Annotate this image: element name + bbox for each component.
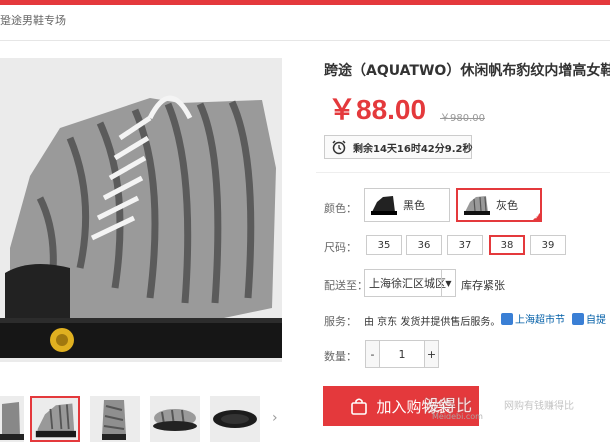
quantity-input[interactable]: 1: [380, 341, 424, 367]
check-icon: ✓: [534, 213, 540, 221]
size-option-37[interactable]: 37: [447, 235, 483, 255]
thumbnail-next-icon[interactable]: ›: [272, 410, 278, 426]
ship-to-label: 配送至：: [324, 279, 368, 292]
thumbnail-strip: ›: [0, 396, 300, 442]
size-option-35[interactable]: 35: [366, 235, 402, 255]
color-label: 颜色：: [324, 202, 357, 215]
color-option-gray[interactable]: 灰色 ✓: [456, 188, 542, 222]
stock-status: 库存紧张: [461, 279, 505, 292]
add-to-cart-label: 加入购物袋: [376, 397, 452, 416]
size-option-36[interactable]: 36: [406, 235, 442, 255]
dropdown-arrow-icon[interactable]: ▼: [441, 270, 455, 296]
supermarket-festival-link[interactable]: 上海超市节: [501, 311, 565, 326]
size-option-39[interactable]: 39: [530, 235, 566, 255]
product-price: ￥88.00: [328, 94, 427, 125]
supermarket-festival-text: 上海超市节: [515, 315, 565, 326]
product-main-image: [0, 58, 282, 362]
breadcrumb-divider: [0, 40, 610, 41]
color-option-black[interactable]: 黑色: [364, 188, 450, 222]
self-pickup-link[interactable]: 自提: [572, 311, 606, 326]
promo-countdown: 剩余14天16时42分9.2秒: [324, 135, 472, 159]
thumbnail-5[interactable]: [210, 396, 260, 442]
watermark-slogan: 网购有钱赚得比: [504, 401, 574, 412]
service-label: 服务：: [324, 315, 357, 328]
alarm-clock-icon: [332, 140, 346, 155]
countdown-text: 剩余14天16时42分9.2秒: [353, 143, 473, 155]
size-option-38[interactable]: 38: [489, 235, 525, 255]
thumbnail-2-active[interactable]: [30, 396, 80, 442]
pickup-icon: [572, 312, 584, 325]
shopping-bag-icon: [351, 398, 368, 415]
size-label: 尺码：: [324, 241, 357, 254]
color-option-label: 灰色: [496, 199, 518, 212]
address-value: 上海徐汇区城区: [369, 277, 446, 290]
add-to-cart-button[interactable]: 加入购物袋: [323, 386, 479, 426]
breadcrumb[interactable]: 跫途男鞋专场: [0, 12, 66, 28]
thumbnail-3[interactable]: [90, 396, 140, 442]
service-text: 由 京东 发货并提供售后服务。: [364, 317, 501, 328]
color-option-label: 黑色: [403, 199, 425, 212]
quantity-minus-button[interactable]: -: [366, 341, 380, 367]
cart-icon: [501, 312, 513, 325]
product-title: 跨途（AQUATWO）休闲帆布豹纹内增高女鞋 灰: [324, 63, 610, 79]
original-price: ￥980.00: [440, 113, 485, 124]
quantity-label: 数量：: [324, 350, 357, 363]
gray-shoe-thumbnail: [464, 196, 490, 215]
thumbnail-1[interactable]: [0, 396, 24, 442]
address-select[interactable]: 上海徐汇区城区 ▼: [364, 269, 456, 297]
quantity-plus-button[interactable]: +: [424, 341, 438, 367]
thumbnail-4[interactable]: [150, 396, 200, 442]
self-pickup-text: 自提: [586, 315, 606, 326]
section-divider: [316, 172, 610, 173]
black-shoe-thumbnail: [371, 196, 397, 215]
quantity-stepper: - 1 +: [365, 340, 439, 368]
top-accent-bar: [0, 0, 610, 5]
